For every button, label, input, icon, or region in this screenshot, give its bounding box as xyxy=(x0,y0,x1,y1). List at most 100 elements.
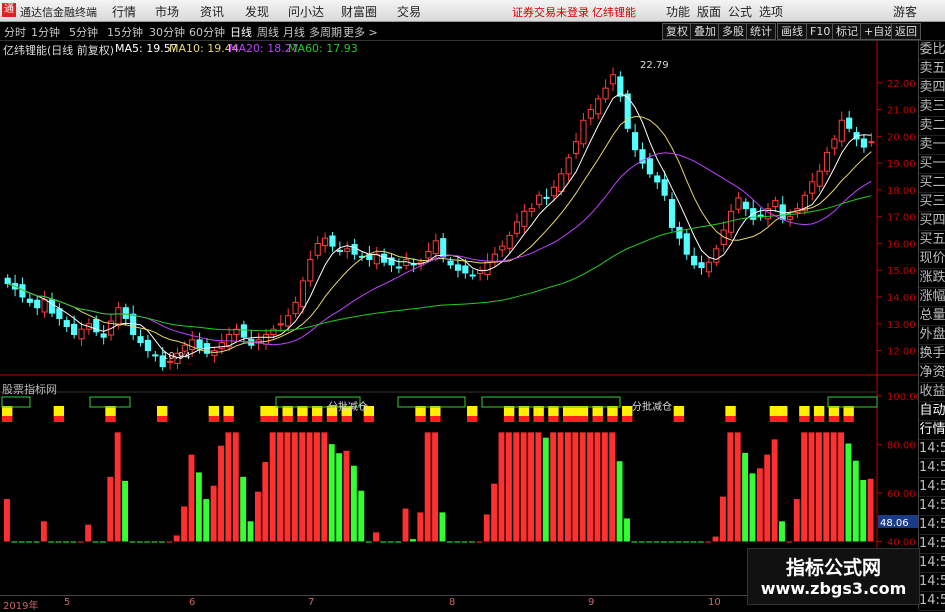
price-label: 18.00 xyxy=(887,186,916,197)
candle-body xyxy=(196,339,203,349)
indicator-bar xyxy=(705,541,712,543)
indicator-bar xyxy=(830,432,837,542)
indicator-bar xyxy=(749,473,756,542)
candle-body xyxy=(48,299,56,314)
candle-body xyxy=(34,299,41,309)
indicator-bar xyxy=(188,454,195,542)
side-tab[interactable]: 卖五 xyxy=(919,60,945,79)
side-tab[interactable]: 14:50 xyxy=(919,554,945,573)
indicator-bar xyxy=(387,541,394,543)
indicator-bar xyxy=(852,460,859,542)
indicator-label: 80.00 xyxy=(887,441,916,452)
indicator-bar xyxy=(513,432,520,542)
indicator-bar xyxy=(668,541,675,543)
indicator-bar xyxy=(572,432,579,542)
side-tab[interactable]: 14:50 xyxy=(919,592,945,611)
indicator-bar xyxy=(40,521,47,542)
candle-body xyxy=(314,242,321,256)
candle-body xyxy=(609,74,617,85)
indicator-title: 股票指标网 xyxy=(2,381,57,397)
signal-box-red xyxy=(518,416,530,422)
side-tab[interactable]: 买二 xyxy=(919,174,945,193)
side-tab[interactable]: 自动 xyxy=(919,402,945,421)
indicator-bar xyxy=(402,508,409,542)
indicator-bar xyxy=(601,432,608,542)
side-tab[interactable]: 14:50 xyxy=(919,516,945,535)
indicator-bar xyxy=(99,541,106,543)
candle-body xyxy=(322,237,329,247)
side-tab[interactable]: 总量 xyxy=(919,307,945,326)
indicator-bar xyxy=(417,512,424,542)
indicator-bar xyxy=(838,432,844,542)
indicator-bar xyxy=(11,541,18,543)
indicator-bar xyxy=(247,521,254,542)
candle-body xyxy=(580,119,587,145)
side-tab[interactable]: 买五 xyxy=(919,231,945,250)
indicator-bar xyxy=(365,541,372,543)
signal-box-red xyxy=(282,416,293,422)
side-tab[interactable]: 买一 xyxy=(919,155,945,174)
signal-box-red xyxy=(157,416,168,422)
indicator-bar xyxy=(299,432,306,542)
indicator-bar xyxy=(587,432,594,542)
signal-box-red xyxy=(592,416,603,422)
side-tab[interactable]: 行情 xyxy=(919,421,945,440)
candle-body xyxy=(595,98,602,115)
candle-body xyxy=(816,170,823,187)
candle-body xyxy=(454,264,462,271)
signal-box-red xyxy=(607,416,618,422)
signal-box xyxy=(777,406,788,416)
indicator-bar xyxy=(4,499,10,542)
candle-body xyxy=(336,249,343,252)
indicator-bar xyxy=(742,452,749,542)
signal-range xyxy=(1,396,31,408)
side-tab[interactable]: 换手 xyxy=(919,345,945,364)
candle-body xyxy=(809,181,816,194)
candle-body xyxy=(100,333,107,338)
candle-body xyxy=(602,87,609,100)
date-label: 9 xyxy=(588,597,595,608)
side-tab[interactable]: 涨跌 xyxy=(919,269,945,288)
side-tab[interactable]: 14:50 xyxy=(919,573,945,592)
chart-frame xyxy=(0,41,918,595)
signal-box-red xyxy=(725,416,736,422)
candle-body xyxy=(558,173,565,193)
candle-body xyxy=(735,197,742,210)
side-tab[interactable]: 净资 xyxy=(919,364,945,383)
side-tab[interactable]: 买四 xyxy=(919,212,945,231)
indicator-bar xyxy=(328,444,335,542)
indicator-bar xyxy=(26,541,33,543)
side-tab[interactable]: 14:50 xyxy=(919,478,945,497)
date-label: 6 xyxy=(189,597,196,608)
side-tab[interactable]: 卖一 xyxy=(919,136,945,155)
indicator-bar xyxy=(395,541,402,543)
side-tab[interactable]: 14:50 xyxy=(919,535,945,554)
indicator-bar xyxy=(306,432,313,542)
candle-body xyxy=(395,266,402,269)
indicator-bar xyxy=(321,432,328,542)
indicator-bar xyxy=(210,485,217,542)
side-tab[interactable]: 卖二 xyxy=(919,117,945,136)
side-tab[interactable]: 外盘 xyxy=(919,326,945,345)
side-tab[interactable]: 委比 xyxy=(919,41,945,60)
signal-label-2: 分批减仓 xyxy=(632,400,672,413)
side-tab[interactable]: 买三 xyxy=(919,193,945,212)
side-tab[interactable]: 14:50 xyxy=(919,459,945,478)
side-tab[interactable]: 卖三 xyxy=(919,98,945,117)
side-tab[interactable]: 14:50 xyxy=(919,440,945,459)
side-tab[interactable]: 涨幅 xyxy=(919,288,945,307)
indicator-bar xyxy=(218,445,224,542)
watermark-url: www.zbgs3.com xyxy=(760,579,907,598)
indicator-bar xyxy=(756,468,763,542)
indicator-bar xyxy=(690,541,697,543)
kline-chart[interactable]: 22.00 21.00 20.00 19.00 18.00 17.00 16.00 15.00… xyxy=(0,0,918,595)
signal-box xyxy=(622,406,633,416)
candle-body xyxy=(646,158,653,175)
indicator-bar xyxy=(203,499,210,542)
side-tab[interactable]: 14:50 xyxy=(919,497,945,516)
side-tab[interactable]: 现价 xyxy=(919,250,945,269)
side-tab[interactable]: 卖四 xyxy=(919,79,945,98)
ma5-line xyxy=(7,92,872,359)
side-tab[interactable]: 收益 xyxy=(919,383,945,402)
indicator-bar xyxy=(358,490,365,542)
